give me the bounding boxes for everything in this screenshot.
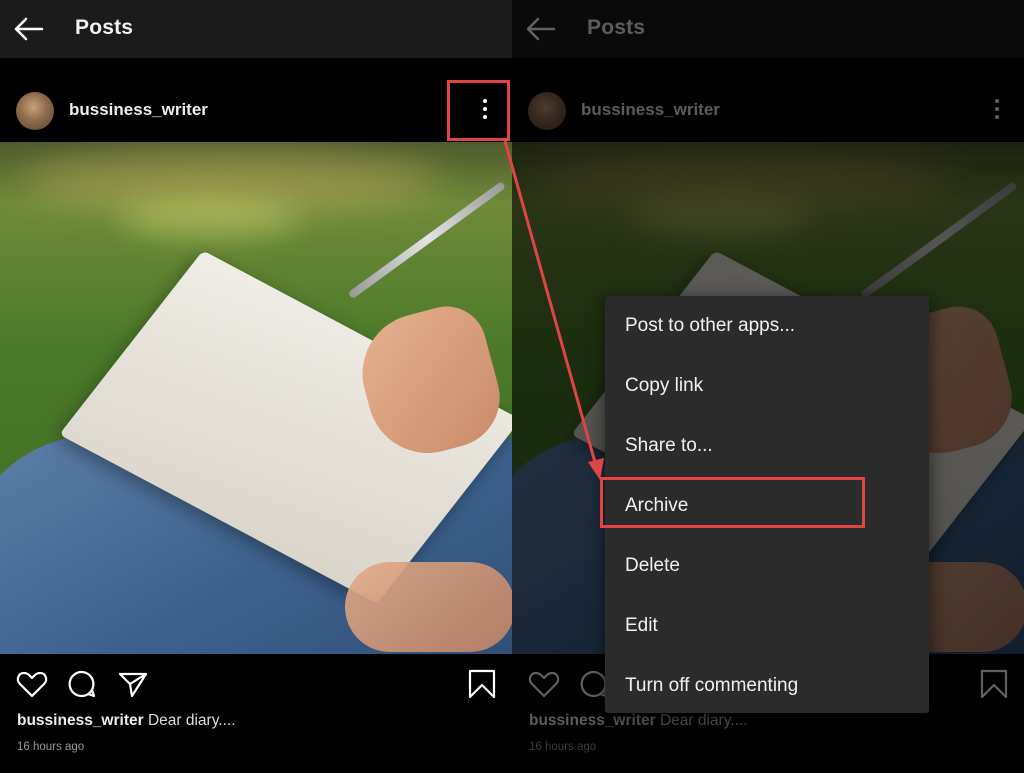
post-image[interactable]	[0, 142, 512, 654]
bookmark-icon[interactable]	[466, 668, 498, 700]
bookmark-icon[interactable]	[978, 668, 1010, 700]
post-screen-left: Posts bussiness_writer bussiness_writer …	[0, 0, 512, 773]
heart-icon[interactable]	[16, 668, 48, 700]
post-username[interactable]: bussiness_writer	[581, 100, 720, 120]
menu-item-copy-link[interactable]: Copy link	[625, 375, 703, 397]
top-bar: Posts	[512, 0, 1024, 58]
menu-item-post-to-other-apps[interactable]: Post to other apps...	[625, 315, 795, 337]
avatar[interactable]	[528, 92, 566, 130]
top-bar: Posts	[0, 0, 512, 58]
post-username[interactable]: bussiness_writer	[69, 100, 208, 120]
post-actions	[0, 662, 512, 706]
caption-username[interactable]: bussiness_writer	[529, 712, 656, 729]
heart-icon[interactable]	[528, 668, 560, 700]
menu-item-delete[interactable]: Delete	[625, 555, 680, 577]
comment-icon[interactable]	[66, 668, 98, 700]
menu-item-share-to[interactable]: Share to...	[625, 435, 713, 457]
back-arrow-icon[interactable]	[524, 13, 558, 45]
menu-item-turn-off-commenting[interactable]: Turn off commenting	[625, 675, 798, 697]
page-title: Posts	[75, 16, 134, 39]
post-timestamp: 16 hours ago	[17, 741, 85, 753]
caption-text: Dear diary....	[655, 712, 748, 729]
avatar[interactable]	[16, 92, 54, 130]
post-caption: bussiness_writer Dear diary....	[529, 712, 748, 730]
post-header: bussiness_writer	[512, 78, 1024, 142]
page-title: Posts	[587, 16, 646, 39]
post-caption: bussiness_writer Dear diary....	[17, 712, 236, 730]
highlight-archive-item	[600, 477, 865, 528]
caption-username[interactable]: bussiness_writer	[17, 712, 144, 729]
menu-item-edit[interactable]: Edit	[625, 615, 658, 637]
share-icon[interactable]	[117, 668, 149, 700]
more-vertical-icon[interactable]	[992, 97, 1002, 123]
post-header: bussiness_writer	[0, 78, 512, 142]
caption-text: Dear diary....	[143, 712, 236, 729]
highlight-more-button	[447, 80, 510, 141]
post-timestamp: 16 hours ago	[529, 741, 597, 753]
back-arrow-icon[interactable]	[12, 13, 46, 45]
